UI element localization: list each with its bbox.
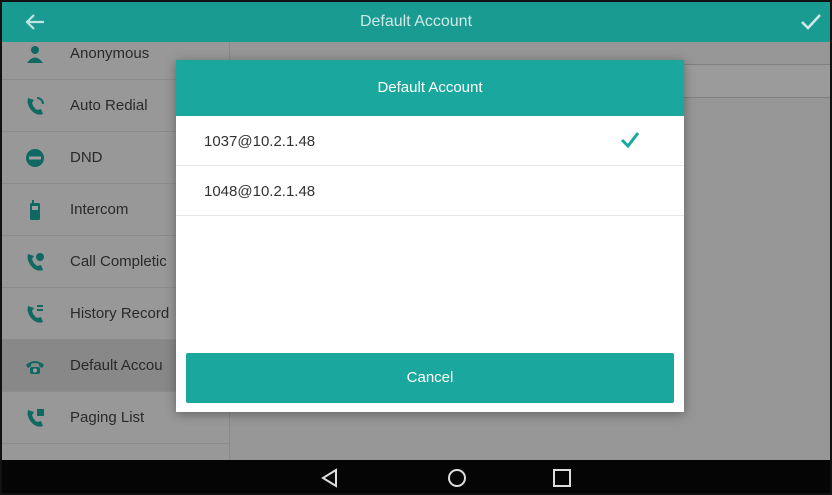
nav-home-icon[interactable]	[446, 467, 468, 489]
account-option[interactable]: 1048@10.2.1.48	[176, 166, 684, 216]
default-account-dialog: Default Account 1037@10.2.1.48 1048@10.2…	[176, 60, 684, 412]
nav-back-icon[interactable]	[319, 467, 341, 489]
selected-check-icon	[620, 132, 640, 149]
system-nav-bar	[2, 460, 830, 493]
phone-screen: Default Account Anonymous Auto Redial DN…	[0, 0, 832, 495]
checkmark-icon[interactable]	[798, 10, 824, 34]
account-option-label: 1037@10.2.1.48	[204, 133, 316, 150]
account-option-label: 1048@10.2.1.48	[204, 183, 316, 200]
nav-recents-icon[interactable]	[551, 467, 573, 489]
account-option[interactable]: 1037@10.2.1.48	[176, 116, 684, 166]
dialog-title: Default Account	[176, 60, 684, 116]
cancel-button[interactable]: Cancel	[186, 353, 674, 403]
